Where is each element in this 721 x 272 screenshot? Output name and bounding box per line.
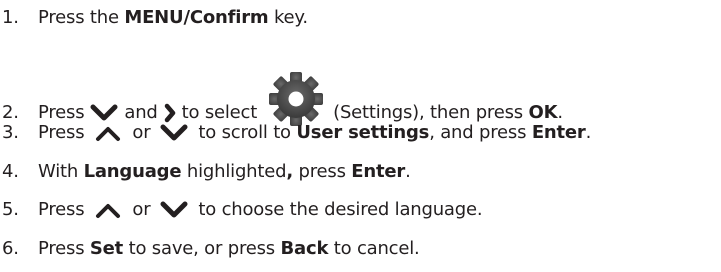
step-4: 4. With Language highlighted, press Ente… — [0, 163, 411, 181]
ok-key-label: OK — [528, 102, 558, 123]
step-number: 4. — [2, 161, 19, 182]
enter-key-label: Enter — [351, 161, 406, 182]
step-text-part: and — [124, 102, 158, 123]
chevron-up-icon — [96, 127, 121, 141]
step-number: 3. — [2, 122, 19, 143]
step-3: 3. Press or to scroll to User settings, … — [0, 124, 591, 142]
step-text-part: or — [132, 199, 151, 220]
language-label: Language — [83, 161, 182, 182]
step-text: With Language highlighted, press Enter. — [38, 163, 411, 181]
step-text-part: Press the — [38, 7, 125, 28]
step-text-part: to scroll to — [198, 122, 297, 143]
chevron-down-icon — [90, 104, 118, 121]
step-text-part: Press — [38, 122, 85, 143]
step-text-comma: , — [286, 161, 293, 182]
step-text-part: to select — [181, 102, 258, 123]
step-text: Press the MENU/Confirm key. — [38, 9, 308, 27]
step-text-part: to save, or press — [123, 238, 281, 259]
back-key-label: Back — [280, 238, 329, 259]
step-text-part: key. — [268, 7, 308, 28]
set-key-label: Set — [89, 238, 124, 259]
step-text-part: Press — [38, 102, 85, 123]
step-number: 5. — [2, 199, 19, 220]
step-1: 1. Press the MENU/Confirm key. — [0, 9, 308, 27]
menu-confirm-key-label: MENU/Confirm — [124, 7, 269, 28]
step-text-part: , and press — [429, 122, 532, 143]
step-number: 6. — [2, 238, 19, 259]
step-text-part: to cancel. — [328, 238, 420, 259]
step-text: Press or to scroll to User settings, and… — [38, 124, 591, 142]
step-text-part: . — [405, 161, 411, 182]
instruction-list: 1. Press the MENU/Confirm key. 2. Press … — [0, 0, 721, 272]
step-text-part: highlighted — [181, 161, 287, 182]
step-number: 1. — [2, 7, 19, 28]
step-number: 2. — [2, 102, 19, 123]
step-text: Press Set to save, or press Back to canc… — [38, 240, 420, 258]
chevron-right-icon — [164, 103, 175, 123]
step-5: 5. Press or to choose the desired langua… — [0, 199, 483, 220]
step-text-part: or — [132, 122, 151, 143]
gear-icon — [269, 72, 324, 126]
user-settings-label: User settings — [296, 122, 430, 143]
chevron-down-icon — [160, 124, 188, 141]
step-text-part: . — [585, 122, 592, 143]
step-text: Press or to choose the desired language. — [38, 199, 483, 220]
step-6: 6. Press Set to save, or press Back to c… — [0, 240, 420, 258]
step-text-part: With — [38, 161, 84, 182]
enter-key-label: Enter — [531, 122, 586, 143]
step-text-part: Press — [38, 238, 90, 259]
step-text-part: Press — [38, 199, 85, 220]
step-text-part: (Settings), then press — [333, 102, 529, 123]
chevron-down-icon — [160, 201, 188, 218]
step-text-part: to choose the desired language. — [198, 199, 483, 220]
step-text-part: press — [292, 161, 352, 182]
chevron-up-icon — [96, 204, 121, 218]
step-text-part: . — [557, 102, 563, 123]
